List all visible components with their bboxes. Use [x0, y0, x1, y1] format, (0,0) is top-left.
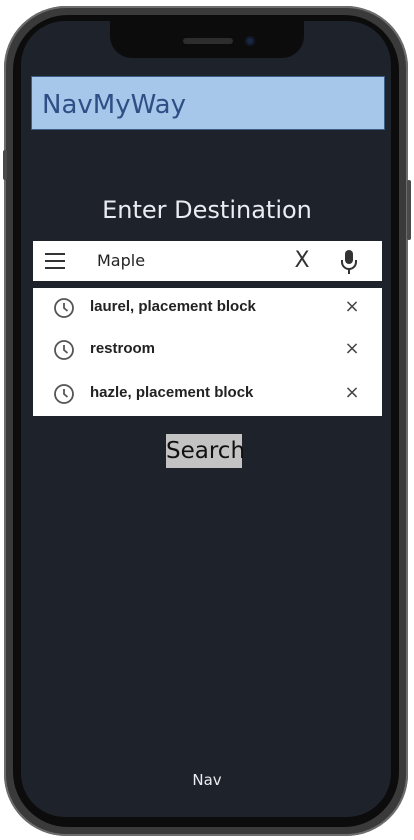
search-input[interactable] — [97, 249, 267, 271]
volume-button — [3, 150, 7, 180]
search-button[interactable]: Search — [166, 434, 245, 468]
app-header: NavMyWay — [31, 76, 385, 130]
search-bar: X — [33, 241, 382, 281]
clear-search-button[interactable]: X — [290, 247, 314, 275]
history-clock-icon — [53, 339, 75, 361]
phone-screen — [21, 21, 391, 817]
front-camera — [245, 36, 255, 46]
remove-suggestion-icon[interactable]: × — [341, 382, 363, 404]
suggestions-list: laurel, placement block × restroom × haz… — [33, 288, 382, 416]
microphone-icon[interactable] — [339, 249, 359, 275]
suggestion-item[interactable]: laurel, placement block × — [33, 288, 382, 328]
page-heading: Enter Destination — [102, 196, 312, 224]
bottom-nav-label[interactable]: Nav — [0, 771, 414, 789]
app-title: NavMyWay — [42, 90, 186, 120]
remove-suggestion-icon[interactable]: × — [341, 338, 363, 360]
speaker-grille — [183, 38, 233, 44]
suggestion-label: laurel, placement block — [90, 298, 256, 315]
hamburger-menu-icon[interactable] — [45, 253, 67, 271]
suggestion-label: restroom — [90, 340, 156, 357]
history-clock-icon — [53, 297, 75, 319]
suggestion-label: hazle, placement block — [90, 384, 254, 401]
suggestion-item[interactable]: restroom × — [33, 330, 382, 370]
phone-notch — [110, 16, 304, 58]
history-clock-icon — [53, 383, 75, 405]
remove-suggestion-icon[interactable]: × — [341, 296, 363, 318]
suggestion-item[interactable]: hazle, placement block × — [33, 374, 382, 414]
